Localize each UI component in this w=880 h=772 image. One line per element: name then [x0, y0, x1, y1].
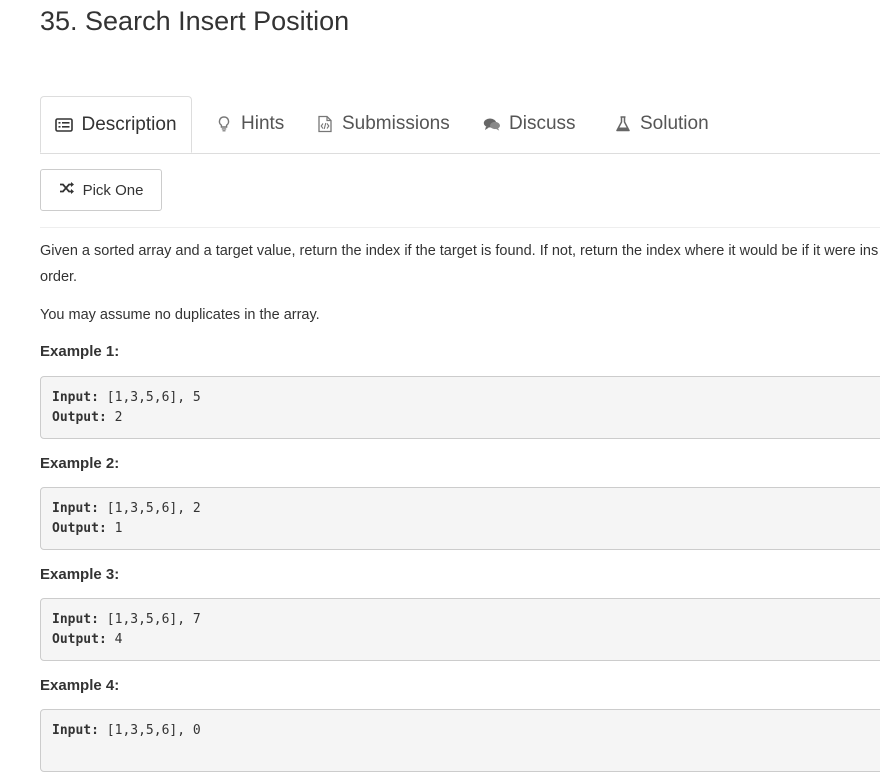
input-value: [1,3,5,6], 7: [98, 612, 201, 627]
tab-solution[interactable]: Solution: [614, 96, 709, 152]
tab-bar: Description Hints Submissions Discuss So…: [40, 96, 880, 154]
input-value: [1,3,5,6], 2: [98, 501, 201, 516]
input-value: [1,3,5,6], 5: [98, 390, 201, 405]
page-title: 35. Search Insert Position: [40, 6, 350, 36]
example-code-block: Input: [1,3,5,6], 0: [40, 709, 880, 772]
description-line: Given a sorted array and a target value,…: [40, 243, 879, 259]
example-code-block: Input: [1,3,5,6], 7 Output: 4: [40, 598, 880, 661]
tab-description[interactable]: Description: [40, 96, 192, 153]
divider: [40, 227, 880, 228]
example-output: Output: 1: [52, 519, 880, 539]
pick-one-button[interactable]: Pick One: [40, 169, 162, 211]
output-label: Output:: [52, 521, 107, 536]
output-value: 2: [106, 410, 123, 425]
pick-one-label: Pick One: [82, 181, 144, 199]
output-label: Output:: [52, 632, 107, 647]
example-code-block: Input: [1,3,5,6], 5 Output: 2: [40, 376, 880, 439]
output-value: 1: [106, 521, 123, 536]
tab-hints[interactable]: Hints: [215, 96, 284, 152]
list-icon: [55, 116, 74, 134]
example-input: Input: [1,3,5,6], 7: [52, 610, 880, 630]
example-heading: Example 2:: [40, 455, 120, 472]
flask-icon: [614, 115, 632, 133]
example-output: Output: 2: [52, 408, 880, 428]
example-input: Input: [1,3,5,6], 5: [52, 388, 880, 408]
output-value: 4: [106, 632, 123, 647]
lightbulb-icon: [215, 115, 233, 133]
tab-label: Solution: [640, 113, 709, 134]
tab-label: Submissions: [342, 113, 450, 134]
tab-label: Hints: [241, 113, 285, 134]
input-label: Input:: [52, 612, 99, 627]
output-label: Output:: [52, 410, 107, 425]
input-label: Input:: [52, 723, 99, 738]
example-heading: Example 3:: [40, 566, 120, 583]
example-input: Input: [1,3,5,6], 2: [52, 499, 880, 519]
example-output: Output: 4: [52, 630, 880, 650]
problem-note: You may assume no duplicates in the arra…: [40, 307, 320, 323]
input-label: Input:: [52, 390, 99, 405]
tab-label: Discuss: [509, 113, 576, 134]
problem-description: Given a sorted array and a target value,…: [40, 238, 880, 290]
comments-icon: [483, 115, 501, 133]
tab-label: Description: [81, 113, 177, 135]
input-value: [1,3,5,6], 0: [98, 723, 201, 738]
code-file-icon: [316, 115, 334, 133]
example-heading: Example 4:: [40, 677, 120, 694]
example-code-block: Input: [1,3,5,6], 2 Output: 1: [40, 487, 880, 550]
description-line: order.: [40, 269, 78, 285]
input-label: Input:: [52, 501, 99, 516]
example-input: Input: [1,3,5,6], 0: [52, 721, 880, 741]
tab-submissions[interactable]: Submissions: [316, 96, 450, 152]
shuffle-icon: [59, 181, 75, 199]
tab-discuss[interactable]: Discuss: [483, 96, 576, 152]
example-heading: Example 1:: [40, 343, 120, 360]
